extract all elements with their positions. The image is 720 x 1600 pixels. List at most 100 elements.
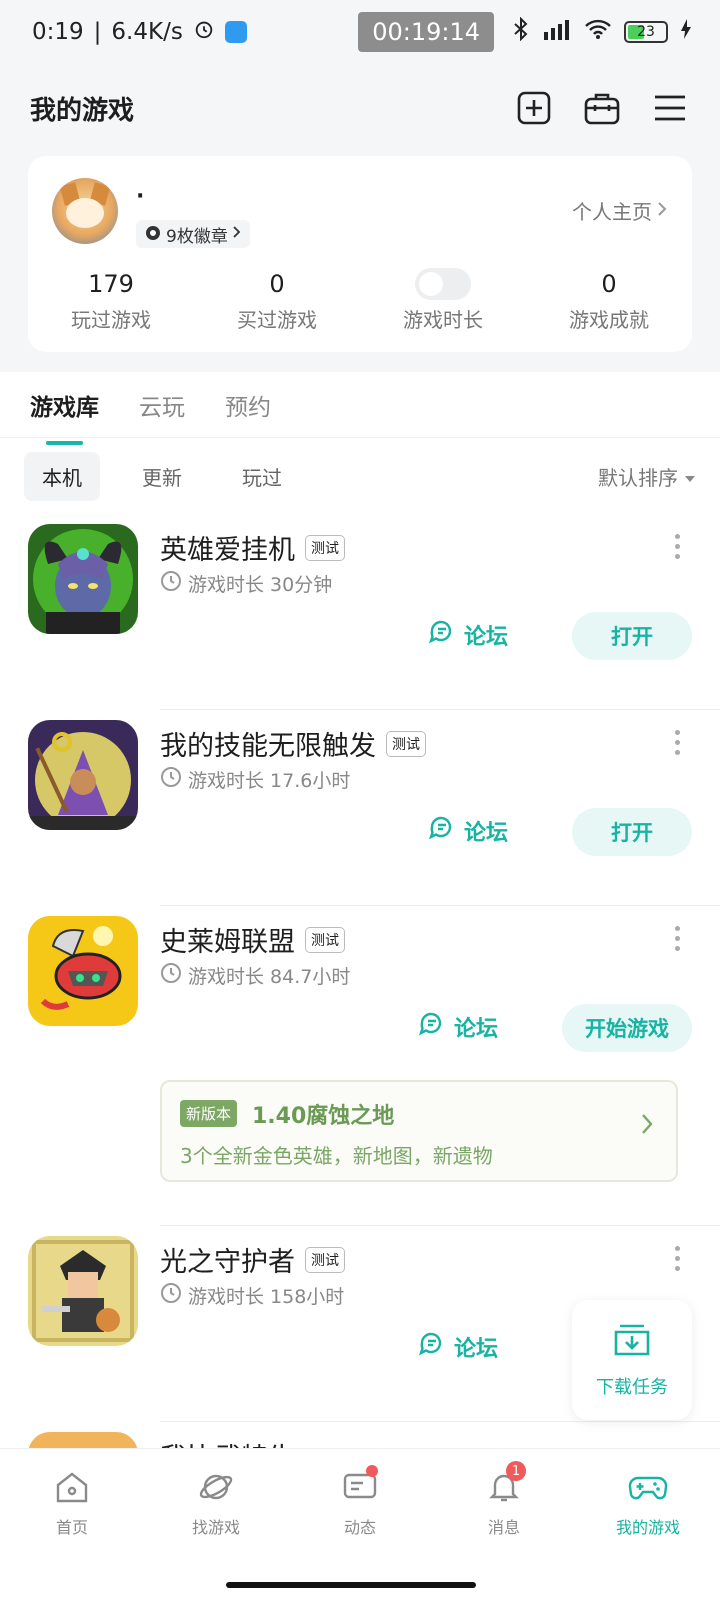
homepage-link[interactable]: 个人主页 xyxy=(572,196,668,225)
library-panel: 游戏库 云玩 预约 本机 更新 玩过 默认排序 英雄爱挂机 测试 游戏时长 30… xyxy=(0,372,720,1462)
message-count-badge: 1 xyxy=(506,1461,526,1481)
badges-button[interactable]: 9枚徽章 xyxy=(136,220,250,248)
clock-icon xyxy=(160,1282,182,1309)
stat-label: 游戏时长 xyxy=(403,308,483,332)
tab-cloud-play[interactable]: 云玩 xyxy=(139,388,185,437)
stat-value: 0 xyxy=(269,270,285,298)
nav-find-games[interactable]: 找游戏 xyxy=(144,1449,288,1559)
game-title: 英雄爱挂机 xyxy=(160,535,295,566)
notification-app-icon xyxy=(224,21,247,43)
toolbox-icon[interactable] xyxy=(582,88,622,128)
forum-button[interactable]: 论坛 xyxy=(428,814,508,848)
more-options-icon[interactable] xyxy=(672,1246,682,1271)
stat-games-bought[interactable]: 0 买过游戏 xyxy=(194,268,360,333)
clock-icon xyxy=(160,570,182,597)
chevron-right-icon xyxy=(640,1112,654,1140)
medal-icon xyxy=(144,223,162,246)
forum-button[interactable]: 论坛 xyxy=(428,618,508,652)
test-tag: 测试 xyxy=(305,1246,345,1273)
chevron-right-icon xyxy=(232,224,242,244)
filter-updates[interactable]: 更新 xyxy=(124,452,200,501)
download-tray-icon xyxy=(612,1322,652,1363)
nav-my-games[interactable]: 我的游戏 xyxy=(576,1449,720,1559)
planet-icon xyxy=(198,1470,234,1508)
avatar[interactable] xyxy=(52,178,118,244)
recording-timer: 00:19:14 xyxy=(358,12,494,52)
add-square-icon[interactable] xyxy=(514,88,554,128)
sort-dropdown[interactable]: 默认排序 xyxy=(598,462,696,491)
filter-local[interactable]: 本机 xyxy=(24,451,100,501)
tab-library[interactable]: 游戏库 xyxy=(30,388,99,445)
game-item[interactable]: 史莱姆联盟 测试 游戏时长 84.7小时 论坛 开始游戏 新版本 1.40腐蚀之… xyxy=(0,906,720,1226)
forum-label: 论坛 xyxy=(454,1017,499,1042)
play-time-toggle[interactable] xyxy=(415,268,471,300)
filter-played[interactable]: 玩过 xyxy=(224,452,300,501)
caret-down-icon xyxy=(684,464,696,488)
status-separator: | xyxy=(93,19,102,45)
more-options-icon[interactable] xyxy=(672,926,682,951)
test-tag: 测试 xyxy=(305,926,345,953)
nav-activity[interactable]: 动态 xyxy=(288,1449,432,1559)
start-game-button[interactable]: 开始游戏 xyxy=(562,1004,692,1052)
homepage-label: 个人主页 xyxy=(572,200,652,224)
stat-label: 游戏成就 xyxy=(569,308,649,332)
clock-icon xyxy=(160,766,182,793)
stat-games-played[interactable]: 179 玩过游戏 xyxy=(28,268,194,333)
game-title: 我的技能无限触发 xyxy=(160,731,376,762)
page-title: 我的游戏 xyxy=(30,95,135,126)
more-options-icon[interactable] xyxy=(672,730,682,755)
filter-bar: 本机 更新 玩过 默认排序 xyxy=(0,438,720,514)
forum-label: 论坛 xyxy=(464,821,509,846)
username: · xyxy=(136,184,145,209)
home-indicator[interactable] xyxy=(226,1582,476,1588)
stat-value: 0 xyxy=(601,270,617,298)
game-icon[interactable] xyxy=(28,524,138,634)
menu-icon[interactable] xyxy=(650,88,690,128)
chevron-right-icon xyxy=(656,199,668,223)
charging-icon xyxy=(680,18,692,46)
game-icon[interactable] xyxy=(28,1236,138,1346)
forum-label: 论坛 xyxy=(464,625,509,650)
forum-label: 论坛 xyxy=(454,1337,499,1362)
unread-dot xyxy=(366,1465,378,1477)
forum-button[interactable]: 论坛 xyxy=(418,1330,498,1364)
alarm-icon xyxy=(193,18,215,46)
play-time: 游戏时长 30分钟 xyxy=(188,574,333,596)
stat-value: 179 xyxy=(88,270,134,298)
update-version: 1.40腐蚀之地 xyxy=(252,1104,395,1129)
forum-icon xyxy=(428,618,456,652)
play-time: 游戏时长 84.7小时 xyxy=(188,966,351,988)
status-net-speed: 6.4K/s xyxy=(111,19,183,45)
game-item[interactable]: 英雄爱挂机 测试 游戏时长 30分钟 论坛 打开 xyxy=(0,514,720,710)
game-icon[interactable] xyxy=(28,720,138,830)
update-card[interactable]: 新版本 1.40腐蚀之地 3个全新金色英雄，新地图，新遗物 xyxy=(160,1080,678,1182)
stat-label: 玩过游戏 xyxy=(71,308,151,332)
badges-label: 9枚徽章 xyxy=(166,226,228,247)
nav-messages[interactable]: 1 消息 xyxy=(432,1449,576,1559)
home-icon xyxy=(54,1470,90,1508)
forum-button[interactable]: 论坛 xyxy=(418,1010,498,1044)
more-options-icon[interactable] xyxy=(672,534,682,559)
download-tasks-button[interactable]: 下载任务 xyxy=(572,1300,692,1420)
nav-home[interactable]: 首页 xyxy=(0,1449,144,1559)
test-tag: 测试 xyxy=(305,534,345,561)
stat-achievements[interactable]: 0 游戏成就 xyxy=(526,268,692,333)
play-time: 游戏时长 17.6小时 xyxy=(188,770,351,792)
stat-label: 买过游戏 xyxy=(237,308,317,332)
forum-icon xyxy=(418,1330,446,1364)
forum-icon xyxy=(428,814,456,848)
tab-reservations[interactable]: 预约 xyxy=(225,388,271,437)
open-game-button[interactable]: 打开 xyxy=(572,612,692,660)
game-item[interactable]: 我的技能无限触发 测试 游戏时长 17.6小时 论坛 打开 xyxy=(0,710,720,906)
game-title: 史莱姆联盟 xyxy=(160,927,295,958)
open-game-button[interactable]: 打开 xyxy=(572,808,692,856)
library-tabs: 游戏库 云玩 预约 xyxy=(0,372,720,445)
test-tag: 测试 xyxy=(386,730,426,757)
stat-play-time[interactable]: 游戏时长 xyxy=(360,268,526,333)
forum-icon xyxy=(418,1010,446,1044)
wifi-icon xyxy=(584,18,612,46)
game-title: 光之守护者 xyxy=(160,1247,295,1278)
nav-label: 首页 xyxy=(55,1518,88,1537)
nav-label: 我的游戏 xyxy=(615,1518,680,1537)
game-icon[interactable] xyxy=(28,916,138,1026)
